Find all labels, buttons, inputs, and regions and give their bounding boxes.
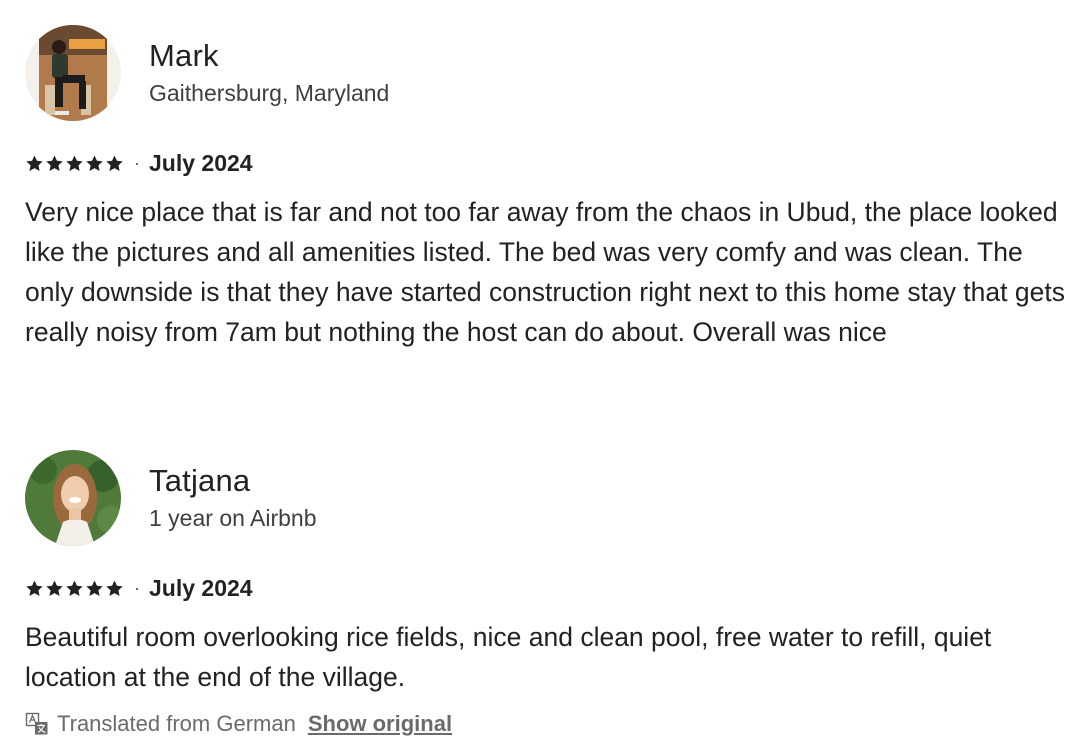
star-icon xyxy=(26,579,43,596)
review-header: Mark Gaithersburg, Maryland xyxy=(25,24,1075,122)
avatar[interactable] xyxy=(25,450,121,546)
star-icon xyxy=(46,579,63,596)
avatar-photo xyxy=(25,450,121,546)
star-icon xyxy=(86,579,103,596)
review-meta: · July 2024 xyxy=(25,148,1075,178)
star-rating xyxy=(25,154,124,173)
review-date: July 2024 xyxy=(149,149,253,176)
separator-dot: · xyxy=(134,577,140,598)
reviewer-info: Tatjana 1 year on Airbnb xyxy=(149,463,317,533)
review-date: July 2024 xyxy=(149,574,253,601)
translate-icon xyxy=(25,712,48,735)
review-header: Tatjana 1 year on Airbnb xyxy=(25,449,1075,547)
reviewer-location: Gaithersburg, Maryland xyxy=(149,80,390,106)
review-text: Very nice place that is far and not too … xyxy=(25,197,1065,347)
review-card: Mark Gaithersburg, Maryland · July 2024 … xyxy=(25,24,1075,352)
reviewer-name[interactable]: Tatjana xyxy=(149,463,317,499)
avatar-photo xyxy=(25,25,121,121)
star-icon xyxy=(66,579,83,596)
translation-note: Translated from German Show original xyxy=(25,707,1075,741)
star-icon xyxy=(106,154,123,171)
star-icon xyxy=(46,154,63,171)
star-rating xyxy=(25,579,124,598)
reviewer-name[interactable]: Mark xyxy=(149,38,389,74)
avatar[interactable] xyxy=(25,25,121,121)
review-card: Tatjana 1 year on Airbnb · July 2024 Bea… xyxy=(25,449,1075,741)
reviewer-tenure: 1 year on Airbnb xyxy=(149,505,317,531)
review-meta: · July 2024 xyxy=(25,573,1075,603)
star-icon xyxy=(66,154,83,171)
star-icon xyxy=(106,579,123,596)
translated-from-label: Translated from German xyxy=(57,711,296,736)
separator-dot: · xyxy=(134,152,140,173)
reviewer-info: Mark Gaithersburg, Maryland xyxy=(149,38,389,108)
star-icon xyxy=(86,154,103,171)
star-icon xyxy=(26,154,43,171)
review-text: Beautiful room overlooking rice fields, … xyxy=(25,622,992,692)
show-original-link[interactable]: Show original xyxy=(308,711,452,737)
